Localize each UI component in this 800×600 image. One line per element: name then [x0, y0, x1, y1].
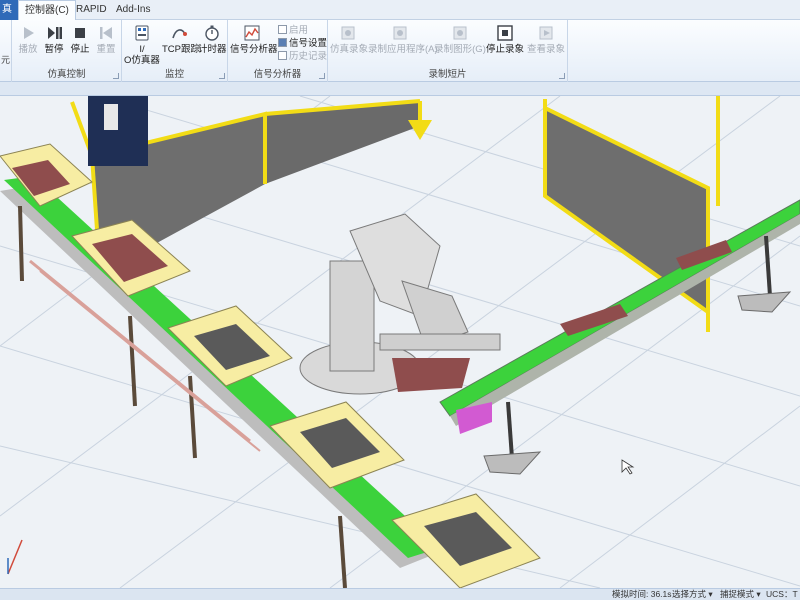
play-button[interactable]: 播放 [16, 24, 40, 64]
tcp-trace-button[interactable]: TCP跟踪 [162, 24, 201, 64]
tab-controller[interactable]: 控制器(C) [18, 0, 76, 21]
io-simulator-label-2: O仿真器 [124, 55, 160, 66]
record-graphics-icon [453, 26, 467, 40]
status-bar: 模拟时间: 36.1s 选择方式 ▾ 捕捉模式 ▾ UCS：T [0, 588, 800, 600]
record-sim-button[interactable]: 仿真录象 [330, 24, 369, 64]
stop-record-button[interactable]: 停止录象 [486, 24, 524, 64]
signal-analyzer-launcher[interactable] [319, 73, 325, 79]
io-simulator-icon [135, 25, 149, 41]
tab-add-ins[interactable]: Add-Ins [110, 0, 156, 20]
ribbon-group-record: 仿真录象 录制应用程序(A) 录制图形(G) 停止录象 查看录象 录制短片 [328, 20, 568, 82]
menu-tab-bar: 真 控制器(C) RAPID Add-Ins [0, 0, 800, 21]
reset-label: 重置 [96, 44, 116, 55]
file-tab[interactable]: 真 [0, 0, 18, 20]
ribbon-group-monitor: I/ O仿真器 TCP跟踪 计时器 监控 [122, 20, 228, 82]
history-button[interactable]: 历史记录 [278, 51, 327, 63]
record-launcher[interactable] [559, 73, 565, 79]
stopwatch-button[interactable]: 计时器 [198, 24, 227, 64]
selection-mode-dropdown[interactable]: 选择方式 ▾ [672, 589, 713, 600]
station-scene [0, 96, 800, 588]
robot-arm [299, 213, 501, 395]
view-record-label: 查看录象 [526, 44, 565, 55]
view-record-icon [539, 26, 553, 40]
enable-label: 启用 [289, 25, 309, 36]
history-icon [278, 51, 287, 60]
mouse-cursor-icon [621, 459, 635, 475]
box-5 [391, 493, 541, 588]
monitor-launcher[interactable] [219, 73, 225, 79]
stopwatch-icon [205, 25, 219, 41]
play-label: 播放 [18, 44, 38, 55]
stop-label: 停止 [70, 44, 90, 55]
signal-analyzer-label: 信号分析器 [230, 44, 278, 55]
operator-figure [88, 96, 148, 166]
ribbon-group-signal-analyzer: 信号分析器 启用 信号设置 历史记录 信号分析器 [228, 20, 328, 82]
sim-time-readout: 模拟时间: 36.1s [612, 589, 672, 599]
ribbon-group-previous: 元 [0, 20, 12, 82]
record-sim-label: 仿真录象 [330, 44, 369, 55]
pause-label: 暂停 [44, 44, 64, 55]
signal-settings-label: 信号设置 [289, 38, 328, 49]
snap-mode-dropdown[interactable]: 捕捉模式 ▾ [720, 589, 761, 600]
tab-rapid[interactable]: RAPID [70, 0, 113, 20]
sim-control-group-label: 仿真控制 [47, 69, 86, 80]
io-simulator-label-1: I/ [139, 44, 145, 55]
record-group-label: 录制短片 [428, 69, 467, 80]
record-app-label: 录制应用程序(A) [368, 44, 438, 55]
signal-chart-icon [244, 25, 260, 41]
tcp-trace-label: TCP跟踪 [162, 44, 201, 55]
signal-analyzer-group-label: 信号分析器 [253, 69, 302, 80]
record-graphics-button[interactable]: 录制图形(G) [434, 24, 486, 64]
previous-group-stub-label: 元 [0, 55, 10, 65]
play-icon [24, 27, 34, 39]
enable-icon [278, 25, 287, 34]
stop-record-icon [497, 25, 513, 41]
record-graphics-label: 录制图形(G) [434, 44, 486, 55]
record-sim-icon [341, 26, 355, 40]
ribbon-group-sim-control: 播放 暂停 停止 重置 仿真控制 [12, 20, 122, 82]
stop-button[interactable]: 停止 [68, 24, 92, 64]
ribbon: 元 播放 暂停 停止 重置 仿真控制 I/ O仿真器 TCP跟踪 计时器 监控 … [0, 20, 800, 82]
quick-access-bar [0, 82, 800, 96]
signal-settings-button[interactable]: 信号设置 [278, 38, 327, 50]
pause-button[interactable]: 暂停 [42, 24, 66, 64]
record-app-icon [393, 26, 407, 40]
3d-viewport[interactable] [0, 96, 800, 588]
stopwatch-label: 计时器 [198, 44, 227, 55]
reset-icon [100, 27, 112, 39]
stop-record-label: 停止录象 [486, 44, 525, 55]
signal-settings-icon [278, 38, 287, 47]
record-app-button[interactable]: 录制应用程序(A) [368, 24, 438, 64]
io-simulator-button[interactable]: I/ O仿真器 [124, 24, 160, 66]
axis-gizmo [7, 539, 23, 575]
signal-analyzer-button[interactable]: 信号分析器 [230, 24, 278, 64]
tcp-trace-icon [172, 29, 187, 39]
pause-icon [48, 27, 62, 39]
stop-icon [75, 28, 85, 38]
sim-control-launcher[interactable] [113, 73, 119, 79]
reset-button[interactable]: 重置 [94, 24, 118, 64]
ucs-readout: UCS：T [766, 589, 798, 599]
enable-toggle[interactable]: 启用 [278, 25, 308, 37]
monitor-group-label: 监控 [164, 69, 184, 80]
view-record-button[interactable]: 查看录象 [526, 24, 566, 64]
history-label: 历史记录 [289, 51, 328, 62]
